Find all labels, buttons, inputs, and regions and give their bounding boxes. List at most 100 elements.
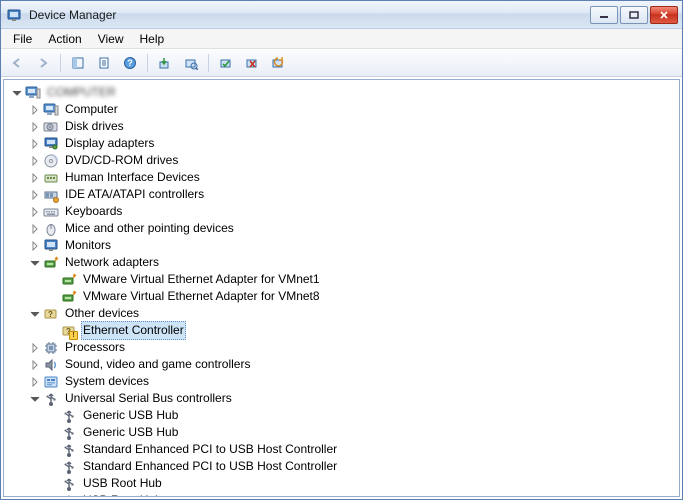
tree-category-hid[interactable]: Human Interface Devices [28, 169, 679, 186]
tree-root-node[interactable]: COMPUTER [10, 84, 679, 101]
monitor-icon [43, 238, 59, 254]
back-button[interactable] [5, 52, 29, 74]
device-label: USB Root Hub [81, 492, 164, 497]
show-hide-console-tree-button[interactable] [66, 52, 90, 74]
category-label: Network adapters [63, 254, 161, 271]
toolbar-separator [147, 54, 148, 72]
tree-device-node[interactable]: ?!Ethernet Controller [46, 322, 679, 339]
menu-help[interactable]: Help [132, 30, 173, 48]
tree-category-disk[interactable]: Disk drives [28, 118, 679, 135]
device-tree-panel[interactable]: COMPUTERComputerDisk drivesDisplay adapt… [3, 79, 680, 497]
menu-action[interactable]: Action [40, 30, 89, 48]
toolbar-separator [208, 54, 209, 72]
net-icon [61, 272, 77, 288]
tree-category-network[interactable]: Network adapters [28, 254, 679, 271]
computer-icon [25, 85, 41, 101]
tree-device-node[interactable]: Generic USB Hub [46, 407, 679, 424]
device-label: Standard Enhanced PCI to USB Host Contro… [81, 441, 339, 458]
tree-category-monitors[interactable]: Monitors [28, 237, 679, 254]
pc-icon [43, 102, 59, 118]
scan-button[interactable] [266, 52, 290, 74]
category-label: Keyboards [63, 203, 124, 220]
hid-icon [43, 170, 59, 186]
category-label: Display adapters [63, 135, 156, 152]
device-manager-window: Device Manager File Action View Help [0, 0, 683, 500]
category-label: Mice and other pointing devices [63, 220, 236, 237]
category-label: IDE ATA/ATAPI controllers [63, 186, 206, 203]
category-label: Other devices [63, 305, 141, 322]
category-label: Disk drives [63, 118, 126, 135]
maximize-button[interactable] [620, 6, 648, 24]
tree-device-node[interactable]: USB Root Hub [46, 492, 679, 497]
collapse-icon[interactable] [28, 307, 42, 321]
expand-icon[interactable] [28, 341, 42, 355]
expand-icon[interactable] [28, 239, 42, 253]
device-label: Generic USB Hub [81, 407, 180, 424]
tree-category-mice[interactable]: Mice and other pointing devices [28, 220, 679, 237]
help-button[interactable]: ? [118, 52, 142, 74]
usb-icon [43, 391, 59, 407]
device-label: Standard Enhanced PCI to USB Host Contro… [81, 458, 339, 475]
tree-device-node[interactable]: Generic USB Hub [46, 424, 679, 441]
enable-device-button[interactable] [214, 52, 238, 74]
titlebar: Device Manager [1, 1, 682, 29]
expand-icon[interactable] [28, 205, 42, 219]
root-label: COMPUTER [45, 84, 118, 101]
minimize-button[interactable] [590, 6, 618, 24]
tree-category-other[interactable]: ?Other devices [28, 305, 679, 322]
net-icon [61, 289, 77, 305]
system-icon [43, 374, 59, 390]
device-label: Ethernet Controller [81, 321, 186, 340]
expand-icon[interactable] [10, 86, 24, 100]
menubar: File Action View Help [1, 29, 682, 49]
tree-category-keyboards[interactable]: Keyboards [28, 203, 679, 220]
expand-icon[interactable] [28, 375, 42, 389]
tree-category-system[interactable]: System devices [28, 373, 679, 390]
expand-icon[interactable] [28, 222, 42, 236]
tree-device-node[interactable]: Standard Enhanced PCI to USB Host Contro… [46, 441, 679, 458]
tree-category-dvd[interactable]: DVD/CD-ROM drives [28, 152, 679, 169]
menu-view[interactable]: View [90, 30, 132, 48]
expand-icon[interactable] [28, 171, 42, 185]
device-label: VMware Virtual Ethernet Adapter for VMne… [81, 271, 322, 288]
properties-button[interactable] [92, 52, 116, 74]
tree-category-processors[interactable]: Processors [28, 339, 679, 356]
usb-icon [61, 459, 77, 475]
menu-file[interactable]: File [5, 30, 40, 48]
tree-category-display[interactable]: Display adapters [28, 135, 679, 152]
close-button[interactable] [650, 6, 678, 24]
display-icon [43, 136, 59, 152]
tree-device-node[interactable]: Standard Enhanced PCI to USB Host Contro… [46, 458, 679, 475]
tree-category-usb[interactable]: Universal Serial Bus controllers [28, 390, 679, 407]
sound-icon [43, 357, 59, 373]
tree-device-node[interactable]: VMware Virtual Ethernet Adapter for VMne… [46, 288, 679, 305]
scan-hardware-changes-button[interactable] [179, 52, 203, 74]
tree-device-node[interactable]: VMware Virtual Ethernet Adapter for VMne… [46, 271, 679, 288]
window-controls [590, 6, 678, 24]
uninstall-device-button[interactable] [240, 52, 264, 74]
usb-icon [61, 442, 77, 458]
category-label: Monitors [63, 237, 113, 254]
expand-icon[interactable] [28, 120, 42, 134]
unknown-icon: ? [43, 306, 59, 322]
forward-button[interactable] [31, 52, 55, 74]
device-label: VMware Virtual Ethernet Adapter for VMne… [81, 288, 322, 305]
tree-category-computer[interactable]: Computer [28, 101, 679, 118]
tree-category-ide[interactable]: IDE ATA/ATAPI controllers [28, 186, 679, 203]
expand-icon[interactable] [28, 103, 42, 117]
tree-device-node[interactable]: USB Root Hub [46, 475, 679, 492]
expand-icon[interactable] [28, 358, 42, 372]
expand-icon[interactable] [28, 188, 42, 202]
category-label: Processors [63, 339, 127, 356]
category-label: Computer [63, 101, 120, 118]
update-driver-button[interactable] [153, 52, 177, 74]
expand-icon[interactable] [28, 137, 42, 151]
collapse-icon[interactable] [28, 392, 42, 406]
mouse-icon [43, 221, 59, 237]
toolbar-separator [60, 54, 61, 72]
tree-category-sound[interactable]: Sound, video and game controllers [28, 356, 679, 373]
expand-icon[interactable] [28, 154, 42, 168]
window-title: Device Manager [29, 8, 590, 22]
svg-text:?: ? [127, 58, 133, 68]
collapse-icon[interactable] [28, 256, 42, 270]
